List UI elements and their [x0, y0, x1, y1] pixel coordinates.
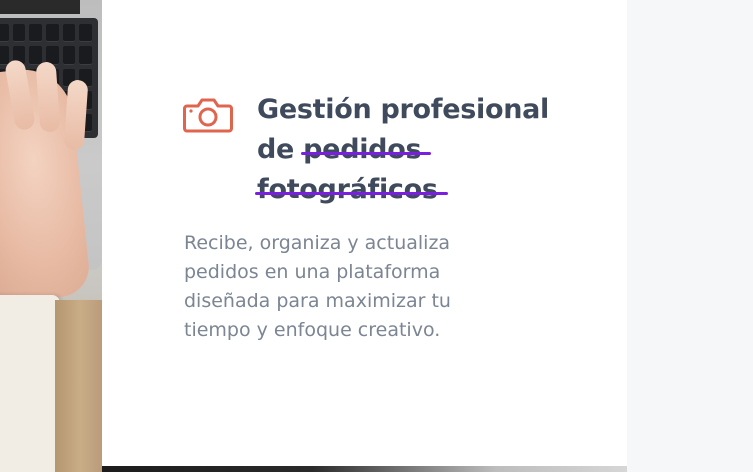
title-line-1: Gestión profesional — [257, 94, 549, 125]
struck-word-label: fotográficos — [257, 174, 438, 205]
laptop-screen-edge — [0, 0, 80, 14]
struck-word-fotograficos: fotográficos — [255, 170, 448, 210]
camera-icon — [183, 98, 233, 133]
title-prefix: de — [257, 134, 295, 165]
struck-word-label: pedidos — [303, 134, 422, 165]
strikethrough-line — [301, 152, 432, 155]
strikethrough-line — [255, 192, 448, 195]
notebook — [0, 295, 60, 472]
laptop-photo — [0, 0, 102, 472]
struck-word-pedidos: pedidos — [301, 130, 432, 170]
next-image-strip — [102, 466, 627, 472]
page: Gestión profesional de pedidos fotográfi… — [0, 0, 753, 472]
wooden-desk — [55, 300, 102, 472]
feature-description: Recibe, organiza y actualiza pedidos en … — [184, 232, 451, 341]
feature-title: Gestión profesional de pedidos fotográfi… — [255, 90, 557, 210]
title-line-3: fotográficos — [255, 170, 557, 210]
title-line-2: de pedidos — [257, 130, 557, 170]
